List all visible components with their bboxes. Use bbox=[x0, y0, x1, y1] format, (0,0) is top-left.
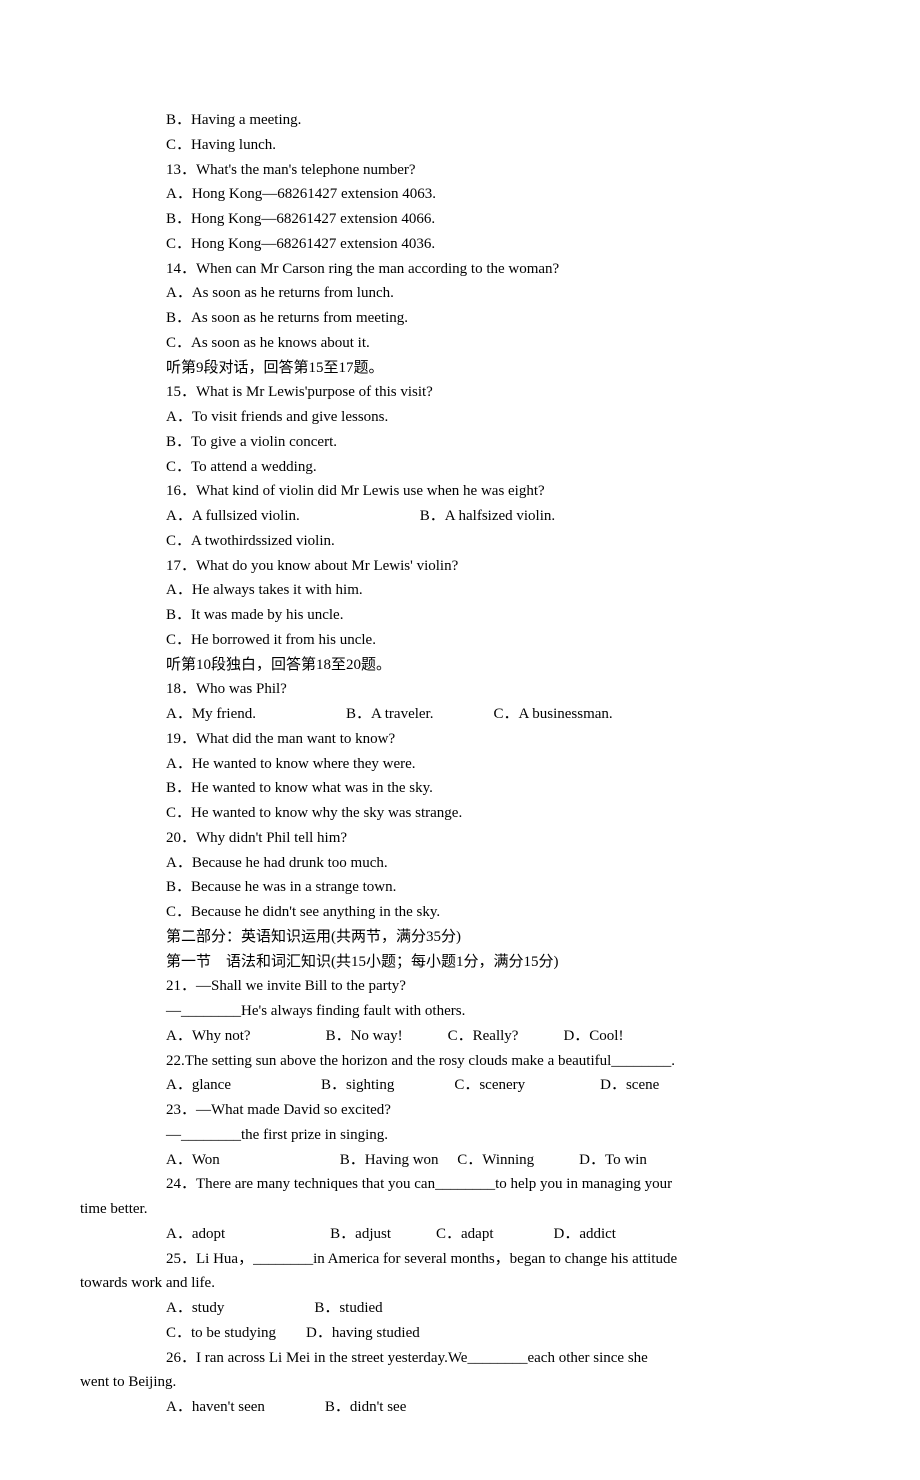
text-line: B．Because he was in a strange town. bbox=[80, 875, 840, 900]
text-line: A．A full­sized violin. B．A half­sized vi… bbox=[80, 504, 840, 529]
text-line: 20．Why didn't Phil tell him? bbox=[80, 826, 840, 851]
text-line: time better. bbox=[80, 1197, 840, 1222]
text-line: A．He wanted to know where they were. bbox=[80, 752, 840, 777]
text-line: 25．Li Hua，________in America for several… bbox=[80, 1247, 840, 1272]
text-line: A．Why not? B．No way! C．Really? D．Cool! bbox=[80, 1024, 840, 1049]
text-line: B．It was made by his uncle. bbox=[80, 603, 840, 628]
text-line: 24．There are many techniques that you ca… bbox=[80, 1172, 840, 1197]
text-line: towards work and life. bbox=[80, 1271, 840, 1296]
text-line: 23．—What made David so excited? bbox=[80, 1098, 840, 1123]
text-line: 14．When can Mr Carson ring the man accor… bbox=[80, 257, 840, 282]
text-line: C．Because he didn't see anything in the … bbox=[80, 900, 840, 925]
text-line: C．Hong Kong—68261427 extension 4036. bbox=[80, 232, 840, 257]
text-line: 听第9段对话，回答第15至17题。 bbox=[80, 356, 840, 381]
text-line: 13．What's the man's telephone number? bbox=[80, 158, 840, 183]
text-line: B．Having a meeting. bbox=[80, 108, 840, 133]
text-line: A．Because he had drunk too much. bbox=[80, 851, 840, 876]
text-line: A．study B．studied bbox=[80, 1296, 840, 1321]
text-line: 16．What kind of violin did Mr Lewis use … bbox=[80, 479, 840, 504]
text-line: 第一节 语法和词汇知识(共15小题；每小题1分，满分15分) bbox=[80, 950, 840, 975]
text-line: C．As soon as he knows about it. bbox=[80, 331, 840, 356]
text-line: B．He wanted to know what was in the sky. bbox=[80, 776, 840, 801]
text-line: A．My friend. B．A traveler. C．A businessm… bbox=[80, 702, 840, 727]
text-line: 第二部分：英语知识运用(共两节，满分35分) bbox=[80, 925, 840, 950]
text-line: A．Hong Kong—68261427 extension 4063. bbox=[80, 182, 840, 207]
text-line: A．He always takes it with him. bbox=[80, 578, 840, 603]
text-line: A．glance B．sighting C．scenery D．scene bbox=[80, 1073, 840, 1098]
text-line: C．To attend a wedding. bbox=[80, 455, 840, 480]
text-line: C．A two­thirds­sized violin. bbox=[80, 529, 840, 554]
text-line: 22.The setting sun above the horizon and… bbox=[80, 1049, 840, 1074]
text-line: —________He's always finding fault with … bbox=[80, 999, 840, 1024]
text-line: A．Won B．Having won C．Winning D．To win bbox=[80, 1148, 840, 1173]
text-line: C．Having lunch. bbox=[80, 133, 840, 158]
text-line: 听第10段独白，回答第18至20题。 bbox=[80, 653, 840, 678]
text-line: 18．Who was Phil? bbox=[80, 677, 840, 702]
text-line: 17．What do you know about Mr Lewis' viol… bbox=[80, 554, 840, 579]
text-line: 26．I ran across Li Mei in the street yes… bbox=[80, 1346, 840, 1371]
text-line: 21．—Shall we invite Bill to the party? bbox=[80, 974, 840, 999]
text-line: 15．What is Mr Lewis'purpose of this visi… bbox=[80, 380, 840, 405]
text-line: C．He wanted to know why the sky was stra… bbox=[80, 801, 840, 826]
text-line: A．haven't seen B．didn't see bbox=[80, 1395, 840, 1420]
text-line: —________the first prize in singing. bbox=[80, 1123, 840, 1148]
text-line: A．As soon as he returns from lunch. bbox=[80, 281, 840, 306]
text-line: C．to be studying D．having studied bbox=[80, 1321, 840, 1346]
document-body: B．Having a meeting.C．Having lunch.13．Wha… bbox=[80, 108, 840, 1420]
text-line: 19．What did the man want to know? bbox=[80, 727, 840, 752]
text-line: B．To give a violin concert. bbox=[80, 430, 840, 455]
text-line: A．adopt B．adjust C．adapt D．addict bbox=[80, 1222, 840, 1247]
text-line: C．He borrowed it from his uncle. bbox=[80, 628, 840, 653]
text-line: A．To visit friends and give lessons. bbox=[80, 405, 840, 430]
text-line: B．As soon as he returns from meeting. bbox=[80, 306, 840, 331]
text-line: B．Hong Kong—68261427 extension 4066. bbox=[80, 207, 840, 232]
text-line: went to Beijing. bbox=[80, 1370, 840, 1395]
